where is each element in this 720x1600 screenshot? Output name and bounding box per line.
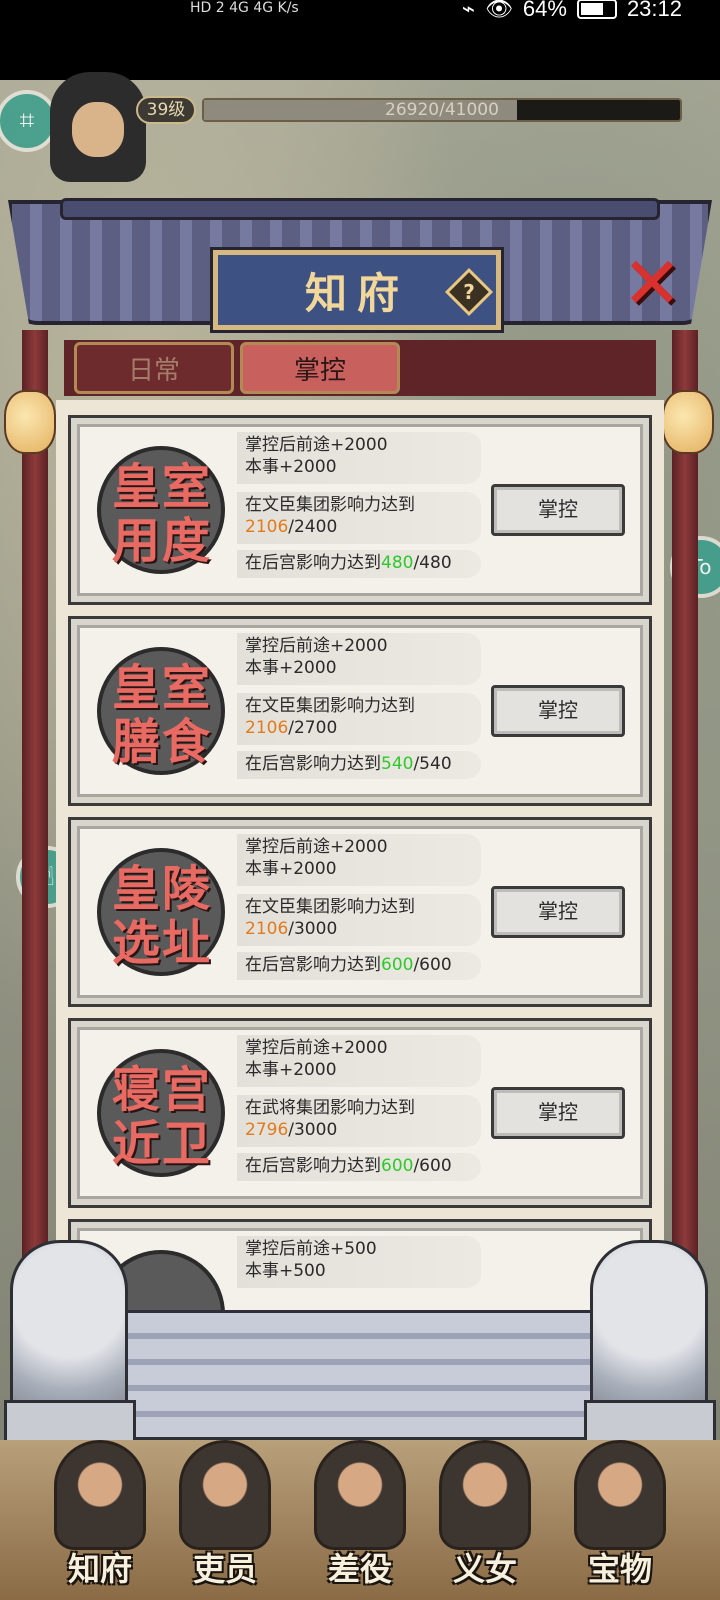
bottom-nav: 知府 吏员 差役 义女 宝物 <box>0 1440 720 1600</box>
nav-label: 吏员 <box>192 1550 257 1588</box>
reward-info: 掌控后前途+2000 本事+2000 <box>237 834 481 886</box>
control-card: 皇室 用度 掌控后前途+2000 本事+2000 在文臣集团影响力达到 2106/… <box>68 415 652 605</box>
tab-daily[interactable]: 日常 <box>74 342 234 394</box>
stone-steps <box>120 1310 600 1440</box>
right-lion-base <box>584 1400 716 1444</box>
reward-info: 掌控后前途+2000 本事+2000 <box>237 432 481 484</box>
battery-percent: 64% <box>522 0 567 21</box>
tab-control[interactable]: 掌控 <box>240 342 400 394</box>
dialog-title: 知府 <box>304 268 409 318</box>
control-card: 寝宫 近卫 掌控后前途+2000 本事+2000 在武将集团影响力达到 2796/… <box>68 1018 652 1208</box>
right-pillar <box>672 330 698 1310</box>
roof-ridge <box>60 198 660 220</box>
reward-info: 掌控后前途+500 本事+500 <box>237 1236 481 1288</box>
control-card: 掌控后前途+500 本事+500 <box>68 1219 652 1320</box>
treasure-icon <box>574 1440 666 1550</box>
control-button[interactable]: 掌控 <box>491 685 625 737</box>
nav-adopted-daughter[interactable]: 义女 <box>420 1440 550 1600</box>
exp-bar: 26920/41000 <box>202 98 682 122</box>
control-card: 皇陵 选址 掌控后前途+2000 本事+2000 在文臣集团影响力达到 2106/… <box>68 817 652 1007</box>
card-seal: 皇陵 选址 <box>97 848 225 976</box>
right-lantern <box>662 390 714 454</box>
left-lion-base <box>4 1400 136 1444</box>
nav-label: 知府 <box>67 1550 132 1588</box>
nav-label: 义女 <box>452 1550 517 1588</box>
level-badge: 39级 <box>136 96 196 124</box>
player-avatar[interactable] <box>50 72 146 182</box>
eye-icon: 👁 <box>484 0 513 22</box>
cast-icon: ⌁ <box>461 0 475 22</box>
requirement-2: 在后宫影响力达到600/600 <box>237 1153 481 1181</box>
requirement-2: 在后宫影响力达到540/540 <box>237 751 481 779</box>
requirement-1: 在文臣集团影响力达到 2106/2400 <box>237 492 481 544</box>
nav-treasures[interactable]: 宝物 <box>555 1440 685 1600</box>
clerk-avatar <box>179 1440 271 1550</box>
title-plaque: 知府 ? <box>210 247 504 333</box>
left-lantern <box>4 390 56 454</box>
close-button[interactable]: ✕ <box>612 247 692 319</box>
control-card: 皇室 膳食 掌控后前途+2000 本事+2000 在文臣集团影响力达到 2106/… <box>68 616 652 806</box>
reward-info: 掌控后前途+2000 本事+2000 <box>237 1035 481 1087</box>
nav-runners[interactable]: 差役 <box>295 1440 425 1600</box>
control-list[interactable]: 皇室 用度 掌控后前途+2000 本事+2000 在文臣集团影响力达到 2106/… <box>56 400 664 1320</box>
nav-label: 宝物 <box>587 1550 652 1588</box>
status-right: ⌁ 👁 64% 23:12 <box>462 0 682 22</box>
runner-avatar <box>314 1440 406 1550</box>
requirement-2: 在后宫影响力达到600/600 <box>237 952 481 980</box>
left-pillar <box>22 330 48 1310</box>
clock: 23:12 <box>626 0 682 21</box>
nav-label: 差役 <box>327 1550 392 1588</box>
requirement-1: 在文臣集团影响力达到 2106/3000 <box>237 894 481 946</box>
card-seal: 皇室 用度 <box>97 446 225 574</box>
control-button[interactable]: 掌控 <box>491 1087 625 1139</box>
card-seal: 寝宫 近卫 <box>97 1049 225 1177</box>
requirement-1: 在武将集团影响力达到 2796/3000 <box>237 1095 481 1147</box>
prefect-avatar <box>54 1440 146 1550</box>
requirement-2: 在后宫影响力达到480/480 <box>237 550 481 578</box>
nav-prefect[interactable]: 知府 <box>35 1440 165 1600</box>
status-bar: HD 2 4G 4G K/s ⌁ 👁 64% 23:12 <box>0 0 720 80</box>
requirement-1: 在文臣集团影响力达到 2106/2700 <box>237 693 481 745</box>
daughter-avatar <box>439 1440 531 1550</box>
tab-bar: 日常 掌控 <box>64 340 656 396</box>
network-indicator: HD 2 4G 4G K/s <box>190 0 299 16</box>
nav-clerks[interactable]: 吏员 <box>160 1440 290 1600</box>
help-icon[interactable]: ? <box>444 267 494 317</box>
battery-icon <box>576 0 617 19</box>
control-button[interactable]: 掌控 <box>491 484 625 536</box>
card-seal: 皇室 膳食 <box>97 647 225 775</box>
reward-info: 掌控后前途+2000 本事+2000 <box>237 633 481 685</box>
control-button[interactable]: 掌控 <box>491 886 625 938</box>
exp-text: 26920/41000 <box>385 100 499 120</box>
